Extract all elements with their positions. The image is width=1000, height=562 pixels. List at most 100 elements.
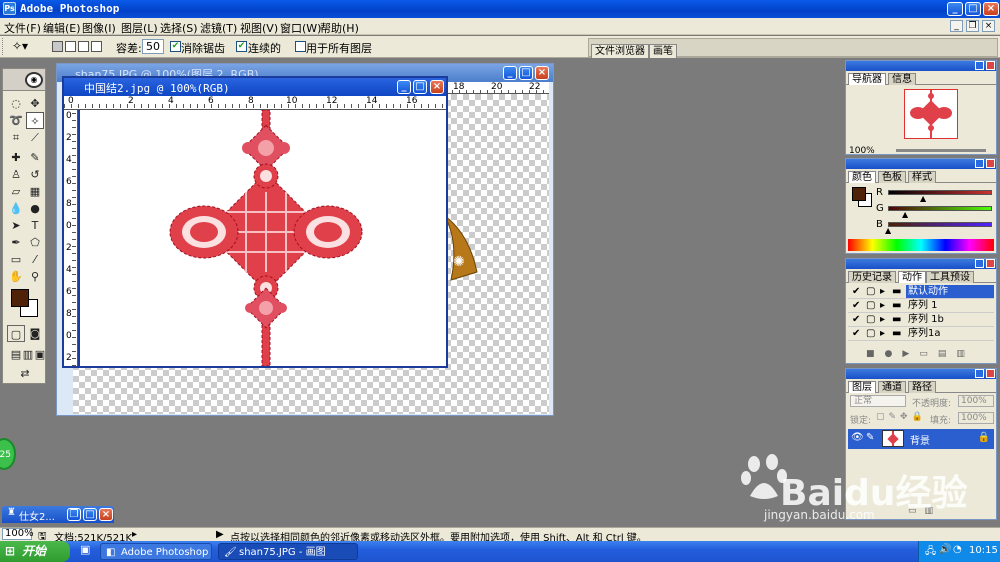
layer-visibility-eye-icon[interactable]: 👁 <box>851 432 864 443</box>
foreground-color-swatch[interactable] <box>11 289 29 307</box>
blue-track[interactable] <box>888 222 992 227</box>
navigator-zoom-slider[interactable] <box>896 149 986 152</box>
sample-all-layers-checkbox[interactable] <box>295 41 306 52</box>
blur-tool-icon[interactable]: 💧 <box>7 200 25 217</box>
back-doc-minimize[interactable]: _ <box>503 66 517 80</box>
status-zoom-input[interactable]: 100% <box>2 528 34 540</box>
crop-tool-icon[interactable]: ⌗ <box>7 129 25 146</box>
history-brush-icon[interactable]: ↺ <box>26 166 44 183</box>
dodge-tool-icon[interactable]: ● <box>26 200 44 217</box>
actions-minimize[interactable] <box>975 259 984 268</box>
contiguous-checkbox[interactable]: ✔ <box>236 41 247 52</box>
tab-tool-presets[interactable]: 工具预设 <box>926 271 974 283</box>
fill-input[interactable]: 100% <box>958 412 994 424</box>
zoom-tool-icon[interactable]: ⚲ <box>26 268 44 285</box>
magic-wand-tool-icon[interactable]: ✧ <box>26 112 44 129</box>
action-dialog-icon[interactable]: ▢ <box>866 327 875 340</box>
task-paint[interactable]: 🖌 shan75.JPG - 画图 <box>218 543 358 560</box>
action-set-row[interactable]: ✔ ▢ ▸ ▬ 序列 1 <box>848 299 994 313</box>
action-dialog-icon[interactable]: ▢ <box>866 285 875 298</box>
front-doc-titlebar[interactable]: 中国结2.jpg @ 100%(RGB) _ □ × <box>64 78 446 96</box>
photoshop-eye-logo[interactable]: ◉ <box>25 72 43 88</box>
red-track[interactable] <box>888 190 992 195</box>
tolerance-input[interactable]: 50 <box>142 39 164 54</box>
new-layer-icon[interactable]: ▭ <box>908 506 925 516</box>
menu-filter[interactable]: 滤镜(T) <box>200 20 237 36</box>
action-set-row[interactable]: ✔ ▢ ▸ ▬ 序列1a <box>848 327 994 341</box>
tab-actions[interactable]: 动作 <box>898 271 926 283</box>
task-photoshop[interactable]: ◧ Adobe Photoshop <box>100 543 212 560</box>
new-action-icon[interactable]: ▤ <box>938 349 957 359</box>
menu-window[interactable]: 窗口(W) <box>280 20 321 36</box>
file-browser-tab[interactable]: 文件浏览器 <box>591 44 649 58</box>
action-check-icon[interactable]: ✔ <box>852 299 860 312</box>
front-doc-maximize[interactable]: □ <box>413 80 427 94</box>
standard-mode-icon[interactable]: ▢ <box>7 325 25 342</box>
blue-slider-thumb[interactable]: ▲ <box>885 226 891 235</box>
action-dialog-icon[interactable]: ▢ <box>866 313 875 326</box>
eraser-tool-icon[interactable]: ▱ <box>7 183 25 200</box>
layers-close[interactable] <box>986 369 995 378</box>
path-select-icon[interactable]: ➤ <box>7 217 25 234</box>
slice-tool-icon[interactable]: ⟋ <box>26 129 44 146</box>
tab-info[interactable]: 信息 <box>888 73 916 85</box>
document-window-front[interactable]: 中国结2.jpg @ 100%(RGB) _ □ × 0 2 4 6 8 10 … <box>62 76 448 368</box>
doc-restore-button[interactable]: ❐ <box>966 20 979 32</box>
navigator-minimize[interactable] <box>975 61 984 70</box>
record-icon[interactable]: ● <box>885 349 903 359</box>
tray-app-icon[interactable]: ◔ <box>953 544 962 555</box>
menu-image[interactable]: 图像(I) <box>82 20 116 36</box>
magic-wand-preset-icon[interactable]: ✧▾ <box>12 39 38 54</box>
status-arrow-icon[interactable]: ▸ <box>132 529 137 540</box>
color-fg-swatch[interactable] <box>852 187 866 201</box>
back-doc-maximize[interactable]: □ <box>519 66 533 80</box>
minimized-doc-restore[interactable]: ❐ <box>67 508 81 521</box>
screen-mode-full-icon[interactable]: ▣ <box>31 346 49 363</box>
action-dialog-icon[interactable]: ▢ <box>866 299 875 312</box>
menu-help[interactable]: 帮助(H) <box>320 20 359 36</box>
lasso-tool-icon[interactable]: ➰ <box>7 112 25 129</box>
intersect-selection-icon[interactable] <box>91 41 102 52</box>
subtract-selection-icon[interactable] <box>78 41 89 52</box>
action-expand-icon[interactable]: ▸ <box>880 327 885 340</box>
new-selection-icon[interactable] <box>52 41 63 52</box>
green-badge-icon[interactable]: 25 <box>0 438 16 470</box>
delete-action-icon[interactable]: ▥ <box>956 349 975 359</box>
color-close[interactable] <box>986 159 995 168</box>
action-set-row[interactable]: ✔ ▢ ▸ ▬ 默认动作 <box>848 285 994 299</box>
navigator-panel-titlebar[interactable] <box>846 61 996 71</box>
photoshop-app-icon[interactable]: Ps <box>3 2 16 15</box>
minimized-doc-window[interactable]: ♜ 仕女2... ❐ □ × <box>2 506 114 523</box>
navigator-close[interactable] <box>986 61 995 70</box>
layers-panel-titlebar[interactable] <box>846 369 996 379</box>
play-icon[interactable]: ▶ <box>902 349 919 359</box>
menu-layer[interactable]: 图层(L) <box>121 20 158 36</box>
color-minimize[interactable] <box>975 159 984 168</box>
tab-channels[interactable]: 通道 <box>878 381 906 393</box>
hand-tool-icon[interactable]: ✋ <box>7 268 25 285</box>
new-set-icon[interactable]: ▭ <box>919 349 938 359</box>
menu-edit[interactable]: 编辑(E) <box>43 20 81 36</box>
notes-tool-icon[interactable]: ▭ <box>7 251 25 268</box>
tab-history[interactable]: 历史记录 <box>848 271 896 283</box>
menu-file[interactable]: 文件(F) <box>4 20 41 36</box>
menu-view[interactable]: 视图(V) <box>240 20 278 36</box>
tray-volume-icon[interactable]: 🔊 <box>939 544 951 555</box>
type-tool-icon[interactable]: T <box>26 217 44 234</box>
doc-close-button[interactable]: × <box>982 20 995 32</box>
layers-minimize[interactable] <box>975 369 984 378</box>
quick-mask-icon[interactable]: ◙ <box>26 325 44 342</box>
antialias-checkbox[interactable]: ✔ <box>170 41 181 52</box>
stop-icon[interactable]: ■ <box>866 349 885 359</box>
healing-brush-icon[interactable]: ✚ <box>7 149 25 166</box>
opacity-input[interactable]: 100% <box>958 395 994 407</box>
eyedropper-tool-icon[interactable]: ⁄ <box>26 251 44 268</box>
menu-select[interactable]: 选择(S) <box>160 20 198 36</box>
gradient-tool-icon[interactable]: ▦ <box>26 183 44 200</box>
action-set-row[interactable]: ✔ ▢ ▸ ▬ 序列 1b <box>848 313 994 327</box>
tab-navigator[interactable]: 导航器 <box>848 73 886 85</box>
pen-tool-icon[interactable]: ✒ <box>7 234 25 251</box>
tab-layers[interactable]: 图层 <box>848 381 876 393</box>
action-expand-icon[interactable]: ▸ <box>880 285 885 298</box>
lock-icons[interactable]: ▢✎✥🔒 <box>876 412 927 422</box>
